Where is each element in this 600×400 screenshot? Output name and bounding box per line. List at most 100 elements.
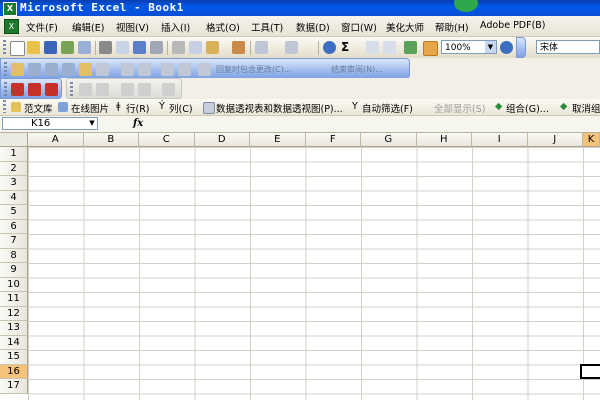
delete-comment-icon[interactable] (96, 63, 109, 76)
drawing-icon[interactable] (423, 41, 438, 56)
row-header-4[interactable]: 4 (0, 190, 28, 205)
row-header-7[interactable]: 7 (0, 234, 28, 249)
row-header-11[interactable]: 11 (0, 292, 28, 307)
accept-change-icon[interactable] (138, 63, 151, 76)
pivot-table-button[interactable]: 数据透视表和数据透视图(P)... (216, 101, 343, 115)
undo-icon[interactable] (255, 41, 268, 54)
reply-with-changes-button[interactable]: 回复时包含更改(C)... (216, 64, 291, 75)
autosum-icon[interactable]: Σ (341, 41, 354, 54)
paste-icon[interactable] (206, 41, 219, 54)
row-header-13[interactable]: 13 (0, 321, 28, 336)
row-header-2[interactable]: 2 (0, 161, 28, 176)
copy-icon[interactable] (189, 41, 202, 54)
row-header-3[interactable]: 3 (0, 176, 28, 191)
select-all-button[interactable] (0, 133, 28, 147)
reply-icon[interactable] (198, 63, 211, 76)
next-comment-icon[interactable] (62, 63, 75, 76)
menu-format[interactable]: 格式(O) (206, 20, 240, 34)
comment-icon[interactable] (11, 63, 24, 76)
row-header-10[interactable]: 10 (0, 277, 28, 292)
column-header-b[interactable]: B (83, 133, 139, 147)
row-header-9[interactable]: 9 (0, 263, 28, 278)
column-button[interactable]: 列(C) (169, 101, 193, 115)
column-header-e[interactable]: E (250, 133, 306, 147)
column-header-i[interactable]: I (472, 133, 528, 147)
row-header-14[interactable]: 14 (0, 335, 28, 350)
toolbar-options[interactable] (516, 37, 526, 58)
chevron-down-icon[interactable]: ▼ (87, 118, 97, 129)
active-cell-k16[interactable] (580, 364, 600, 379)
column-header-f[interactable]: F (305, 133, 361, 147)
row-button[interactable]: 行(R) (126, 101, 150, 115)
group-button[interactable]: 组合(G)... (506, 101, 549, 115)
row-header-15[interactable]: 15 (0, 350, 28, 365)
menu-insert[interactable]: 插入(I) (161, 20, 190, 34)
excel-app-icon[interactable]: X (3, 2, 17, 16)
help-icon[interactable] (500, 41, 513, 54)
row-header-17[interactable]: 17 (0, 379, 28, 394)
chart-wizard-icon[interactable] (404, 41, 417, 54)
online-picture-button[interactable]: 在线图片 (71, 101, 109, 115)
row-header-16[interactable]: 16 (0, 364, 28, 379)
autofilter-button[interactable]: 自动筛选(F) (362, 101, 413, 115)
research-icon[interactable] (150, 41, 163, 54)
name-box[interactable]: K16 ▼ (2, 117, 98, 130)
font-select[interactable]: 宋体 (536, 40, 600, 54)
open-icon[interactable] (27, 41, 40, 54)
convert-pdf-icon[interactable] (11, 83, 24, 96)
menu-data[interactable]: 数据(D) (296, 20, 330, 34)
menu-adobe-pdf[interactable]: Adobe PDF(B) (480, 20, 546, 31)
menu-help[interactable]: 帮助(H) (435, 20, 469, 34)
print-preview-icon[interactable] (116, 41, 129, 54)
new-icon[interactable] (10, 41, 25, 56)
show-comment-icon[interactable] (28, 63, 41, 76)
row-header-12[interactable]: 12 (0, 306, 28, 321)
column-header-g[interactable]: G (361, 133, 417, 147)
format-painter-icon[interactable] (232, 41, 245, 54)
column-header-d[interactable]: D (194, 133, 250, 147)
column-header-j[interactable]: J (527, 133, 583, 147)
previous-comment-icon[interactable] (45, 63, 58, 76)
cell-area[interactable] (28, 147, 600, 400)
sort-ascending-icon[interactable] (366, 41, 379, 54)
permission-icon[interactable] (61, 41, 74, 54)
ungroup-button[interactable]: 取消组合 (572, 101, 600, 115)
track-changes-icon[interactable] (121, 63, 134, 76)
column-header-c[interactable]: C (139, 133, 195, 147)
toolbar-grip[interactable] (4, 62, 7, 77)
toolbar-grip[interactable] (70, 82, 73, 97)
toolbar-grip[interactable] (3, 40, 6, 55)
redo-icon[interactable] (285, 41, 298, 54)
end-review-button[interactable]: 结束审阅(N)... (331, 64, 383, 75)
template-library-button[interactable]: 范文库 (24, 101, 53, 115)
pdf-review-icon[interactable] (45, 83, 58, 96)
review-icon[interactable] (178, 63, 191, 76)
menu-beautify[interactable]: 美化大师 (386, 20, 424, 34)
pdf-email-icon[interactable] (28, 83, 41, 96)
zoom-select[interactable]: 100% ▼ (441, 40, 497, 54)
workbook-icon[interactable]: X (4, 19, 19, 34)
show-all-button[interactable]: 全部显示(S) (434, 101, 485, 115)
row-header-6[interactable]: 6 (0, 219, 28, 234)
insert-function-icon[interactable]: fx (133, 118, 143, 129)
menu-edit[interactable]: 编辑(E) (72, 20, 104, 34)
row-header-5[interactable]: 5 (0, 205, 28, 220)
cut-icon[interactable] (172, 41, 185, 54)
column-header-h[interactable]: H (416, 133, 472, 147)
menu-file[interactable]: 文件(F) (26, 20, 58, 34)
menu-view[interactable]: 视图(V) (116, 20, 149, 34)
sort-descending-icon[interactable] (383, 41, 396, 54)
email-icon[interactable] (78, 41, 91, 54)
chevron-down-icon[interactable]: ▼ (485, 41, 496, 53)
show-all-comments-icon[interactable] (79, 63, 92, 76)
menu-tools[interactable]: 工具(T) (251, 20, 283, 34)
column-header-k[interactable]: K (583, 133, 600, 147)
toolbar-grip[interactable] (3, 100, 6, 113)
hyperlink-icon[interactable] (323, 41, 336, 54)
save-icon[interactable] (44, 41, 57, 54)
column-header-a[interactable]: A (28, 133, 84, 147)
reject-change-icon[interactable] (161, 63, 174, 76)
toolbar-grip[interactable] (4, 82, 7, 97)
menu-window[interactable]: 窗口(W) (341, 20, 377, 34)
print-icon[interactable] (99, 41, 112, 54)
